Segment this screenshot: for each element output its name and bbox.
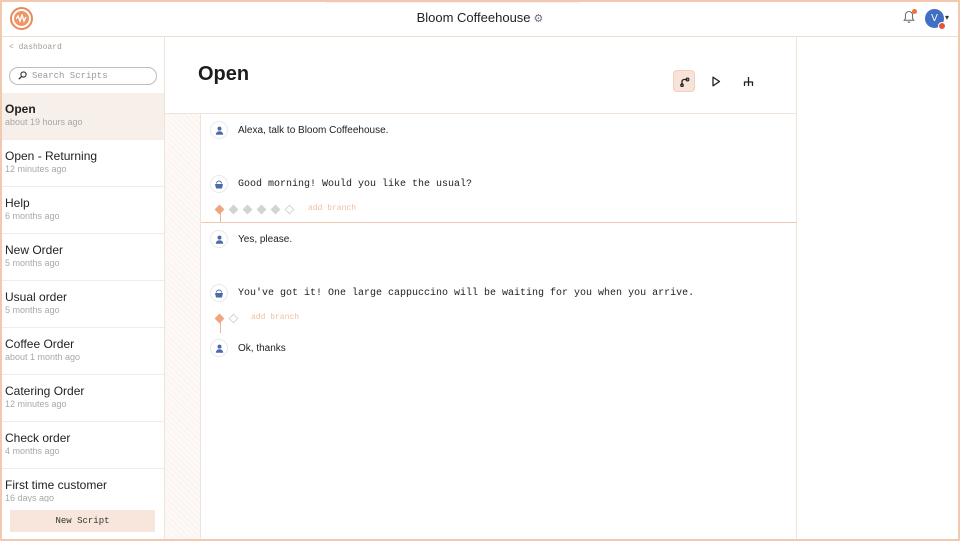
- editor-gutter: [165, 114, 201, 541]
- block-divider: [201, 222, 797, 223]
- gear-icon[interactable]: ⚙: [534, 13, 544, 25]
- branch-diamond[interactable]: [242, 204, 253, 215]
- script-name: New Order: [5, 243, 64, 257]
- dashboard-back-link[interactable]: < dashboard: [9, 43, 62, 52]
- branch-diamond[interactable]: [228, 204, 239, 215]
- play-icon[interactable]: [705, 70, 727, 92]
- branch-diamond-add[interactable]: [284, 204, 295, 215]
- user-icon: [210, 339, 228, 357]
- add-branch-link[interactable]: add branch: [308, 204, 356, 213]
- app-name: Bloom Coffeehouse: [416, 10, 531, 25]
- chevron-down-icon[interactable]: ▾: [945, 13, 949, 22]
- script-time: 12 minutes ago: [5, 164, 67, 174]
- avatar-initial: V: [931, 13, 938, 24]
- branch-row: add branch: [214, 313, 335, 325]
- script-item-usual-order[interactable]: Usual order 5 months ago: [0, 281, 164, 328]
- search-icon: [18, 71, 27, 82]
- script-item-open-returning[interactable]: Open - Returning 12 minutes ago: [0, 140, 164, 187]
- script-name: Check order: [5, 431, 71, 445]
- search-box[interactable]: [9, 67, 157, 85]
- script-name: Usual order: [5, 290, 68, 304]
- script-name: Catering Order: [5, 384, 85, 398]
- script-name: First time customer: [5, 478, 108, 492]
- script-item-new-order[interactable]: New Order 5 months ago: [0, 234, 164, 281]
- script-item-help[interactable]: Help 6 months ago: [0, 187, 164, 234]
- top-bar: Bloom Coffeehouse ⚙ V ▾: [0, 0, 960, 37]
- alexa-icon: [210, 284, 228, 302]
- user-utterance: Alexa, talk to Bloom Coffeehouse.: [238, 125, 389, 136]
- search-input[interactable]: [32, 70, 152, 82]
- alexa-icon: [210, 175, 228, 193]
- branch-diamond-active[interactable]: [214, 313, 225, 324]
- branch-icon[interactable]: [737, 70, 759, 92]
- bot-response: Good morning! Would you like the usual?: [238, 179, 473, 190]
- user-utterance: Ok, thanks: [238, 343, 286, 354]
- avatar[interactable]: V: [925, 9, 946, 30]
- editor-header: Open: [165, 37, 797, 114]
- script-time: 5 months ago: [5, 258, 60, 268]
- user-icon: [210, 230, 228, 248]
- script-name: Help: [5, 196, 30, 210]
- script-item-check-order[interactable]: Check order 4 months ago: [0, 422, 164, 469]
- add-branch-link[interactable]: add branch: [251, 313, 299, 322]
- script-time: 4 months ago: [5, 446, 60, 456]
- script-time: about 19 hours ago: [5, 117, 83, 127]
- script-item-coffee-order[interactable]: Coffee Order about 1 month ago: [0, 328, 164, 375]
- script-item-catering-order[interactable]: Catering Order 12 minutes ago: [0, 375, 164, 422]
- script-name: Open: [5, 102, 36, 116]
- branch-diamond[interactable]: [270, 204, 281, 215]
- sidebar: < dashboard Open about 19 hours ago Open…: [0, 37, 165, 541]
- avatar-badge: [938, 22, 946, 30]
- app-title: Bloom Coffeehouse ⚙: [0, 10, 960, 25]
- user-utterance: Yes, please.: [238, 234, 293, 245]
- bot-response: You've got it! One large cappuccino will…: [238, 288, 695, 299]
- script-name: Coffee Order: [5, 337, 75, 351]
- script-item-open[interactable]: Open about 19 hours ago: [0, 93, 164, 140]
- script-time: about 1 month ago: [5, 352, 81, 362]
- flow-icon[interactable]: [673, 70, 695, 92]
- branch-row: add branch: [214, 204, 375, 216]
- script-time: 5 months ago: [5, 305, 60, 315]
- notification-dot: [912, 9, 917, 14]
- script-time: 12 minutes ago: [5, 399, 67, 409]
- branch-diamond-add[interactable]: [228, 313, 239, 324]
- top-shadow: [325, 0, 580, 4]
- script-editor: Open Alexa, talk to Bloom Coffeehouse. G…: [165, 37, 797, 541]
- branch-diamond-active[interactable]: [214, 204, 225, 215]
- new-script-button[interactable]: New Script: [10, 510, 155, 532]
- user-icon: [210, 121, 228, 139]
- script-list: Open about 19 hours ago Open - Returning…: [0, 93, 164, 516]
- page-title: Open: [198, 63, 250, 85]
- branch-diamond[interactable]: [256, 204, 267, 215]
- script-name: Open - Returning: [5, 149, 98, 163]
- sidebar-footer: New Script: [0, 502, 164, 541]
- bell-icon[interactable]: [903, 9, 917, 24]
- script-time: 6 months ago: [5, 211, 60, 221]
